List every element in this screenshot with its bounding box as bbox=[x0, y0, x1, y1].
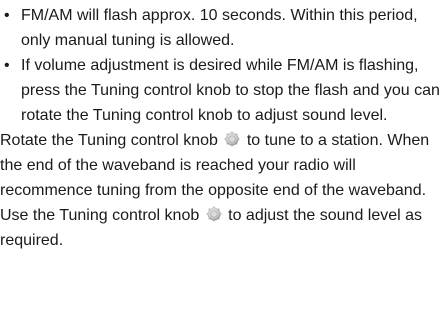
manual-page: • FM/AM will flash approx. 10 seconds. W… bbox=[0, 3, 448, 253]
bullet-marker: • bbox=[4, 57, 10, 74]
tuning-knob-icon bbox=[206, 206, 222, 222]
paragraph-text-start: Use the Tuning control knob bbox=[0, 207, 200, 224]
instruction-bullets: • FM/AM will flash approx. 10 seconds. W… bbox=[0, 3, 448, 128]
bullet-text: If volume adjustment is desired while FM… bbox=[21, 57, 440, 124]
bullet-item-volume: • If volume adjustment is desired while … bbox=[0, 53, 448, 128]
bullet-item-flash: • FM/AM will flash approx. 10 seconds. W… bbox=[0, 3, 448, 53]
paragraph-volume: Use the Tuning control knob to adjust th… bbox=[0, 203, 448, 253]
tuning-knob-icon bbox=[224, 131, 240, 147]
bullet-text: FM/AM will flash approx. 10 seconds. Wit… bbox=[21, 7, 418, 49]
paragraph-tuning: Rotate the Tuning control knob to tune t… bbox=[0, 128, 448, 203]
paragraph-text-start: Rotate the Tuning control knob bbox=[0, 132, 218, 149]
bullet-marker: • bbox=[4, 7, 10, 24]
